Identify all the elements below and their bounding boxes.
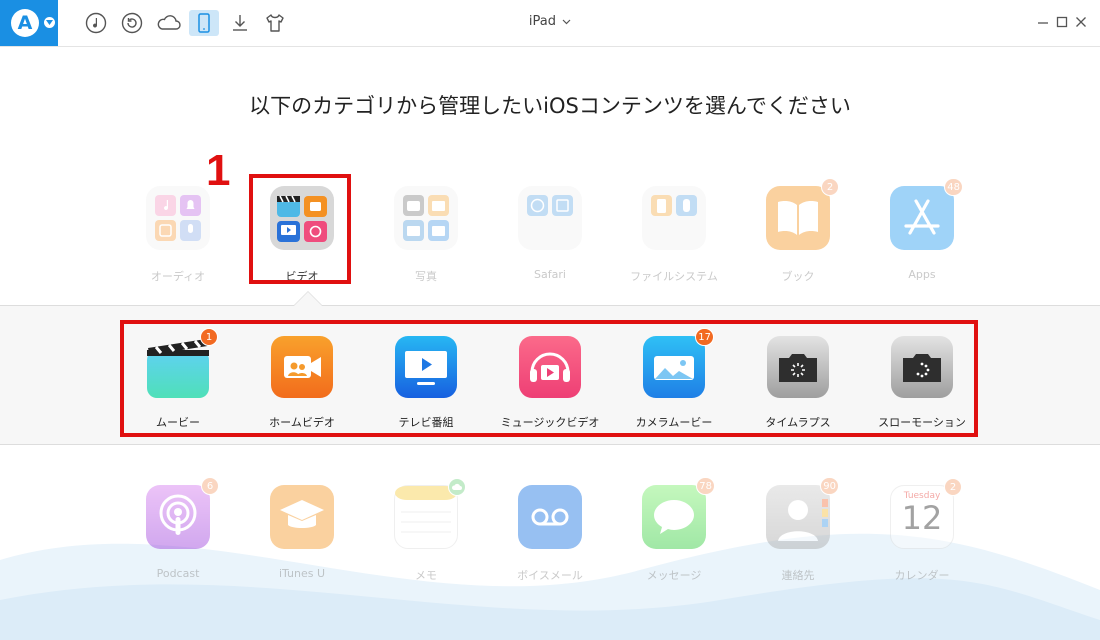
- category-messages[interactable]: 78 メッセージ: [624, 477, 724, 583]
- category-label: オーディオ: [150, 270, 206, 283]
- category-label: iTunes U: [278, 567, 326, 580]
- app-logo-icon: A: [11, 9, 39, 37]
- toolkit-shirt-icon[interactable]: [263, 11, 287, 35]
- category-photos[interactable]: 写真: [376, 186, 476, 284]
- category-contacts[interactable]: 90 連絡先: [748, 477, 848, 583]
- panel-pointer: [293, 291, 323, 306]
- podcast-icon: 6: [146, 477, 219, 549]
- category-label: カレンダー: [894, 569, 950, 582]
- count-badge: 2: [821, 178, 839, 196]
- contacts-icon: 90: [766, 477, 839, 549]
- messages-icon: 78: [642, 477, 715, 549]
- count-badge: 6: [201, 477, 219, 495]
- restore-icon[interactable]: [120, 11, 144, 35]
- category-label: 写真: [415, 270, 437, 283]
- count-badge: 48: [944, 178, 963, 196]
- device-selector[interactable]: iPad: [510, 14, 590, 29]
- category-label: ブック: [781, 270, 815, 283]
- menu-dropdown-icon[interactable]: [44, 17, 55, 28]
- safari-category-icon: [518, 186, 582, 250]
- category-calendar[interactable]: Tuesday 12 2 カレンダー: [872, 478, 972, 583]
- file-system-category-icon: [642, 186, 706, 250]
- highlight-box-subcategories: [120, 320, 978, 437]
- download-icon[interactable]: [228, 11, 252, 35]
- category-file-system[interactable]: ファイルシステム: [624, 186, 724, 284]
- minimize-icon[interactable]: [1036, 14, 1050, 28]
- category-notes[interactable]: メモ: [376, 478, 476, 583]
- count-badge: 78: [696, 477, 715, 495]
- itunes-u-icon: [270, 485, 334, 549]
- category-podcast[interactable]: 6 Podcast: [128, 477, 228, 580]
- count-badge: 90: [820, 477, 839, 495]
- highlight-box-video: [249, 174, 351, 284]
- close-icon[interactable]: [1074, 14, 1088, 28]
- music-icon[interactable]: [84, 11, 108, 35]
- calendar-date: 12: [901, 499, 943, 537]
- voicemail-icon: [518, 485, 582, 549]
- device-manager-icon[interactable]: [189, 10, 219, 36]
- app-store-icon: 48: [890, 178, 963, 250]
- category-label: メッセージ: [646, 569, 702, 582]
- notes-icon: [394, 478, 466, 549]
- category-label: ファイルシステム: [630, 270, 718, 283]
- category-label: Apps: [908, 268, 936, 281]
- page-heading: 以下のカテゴリから管理したいiOSコンテンツを選んでください: [249, 94, 851, 118]
- app-logo-button[interactable]: A: [0, 0, 58, 46]
- cloud-badge-icon: [448, 478, 466, 496]
- count-badge: 2: [944, 478, 962, 496]
- device-name: iPad: [528, 14, 556, 29]
- maximize-icon[interactable]: [1055, 14, 1069, 28]
- category-label: Safari: [534, 268, 566, 281]
- title-bar: A iPad: [0, 0, 1100, 47]
- category-apps[interactable]: 48 Apps: [872, 178, 972, 281]
- category-label: ボイスメール: [517, 569, 583, 582]
- category-voicemail[interactable]: ボイスメール: [500, 485, 600, 583]
- category-safari[interactable]: Safari: [500, 186, 600, 281]
- audio-category-icon: [146, 186, 210, 250]
- chevron-down-icon: [562, 19, 571, 25]
- books-category-icon: 2: [766, 178, 839, 250]
- category-itunes-u[interactable]: iTunes U: [252, 485, 352, 580]
- category-label: Podcast: [156, 567, 200, 580]
- category-books[interactable]: 2 ブック: [748, 178, 848, 284]
- icloud-icon[interactable]: [155, 11, 183, 35]
- calendar-icon: Tuesday 12 2: [890, 478, 962, 549]
- category-label: メモ: [415, 569, 437, 582]
- photos-category-icon: [394, 186, 458, 250]
- category-audio[interactable]: オーディオ: [128, 186, 228, 284]
- category-label: 連絡先: [781, 569, 815, 582]
